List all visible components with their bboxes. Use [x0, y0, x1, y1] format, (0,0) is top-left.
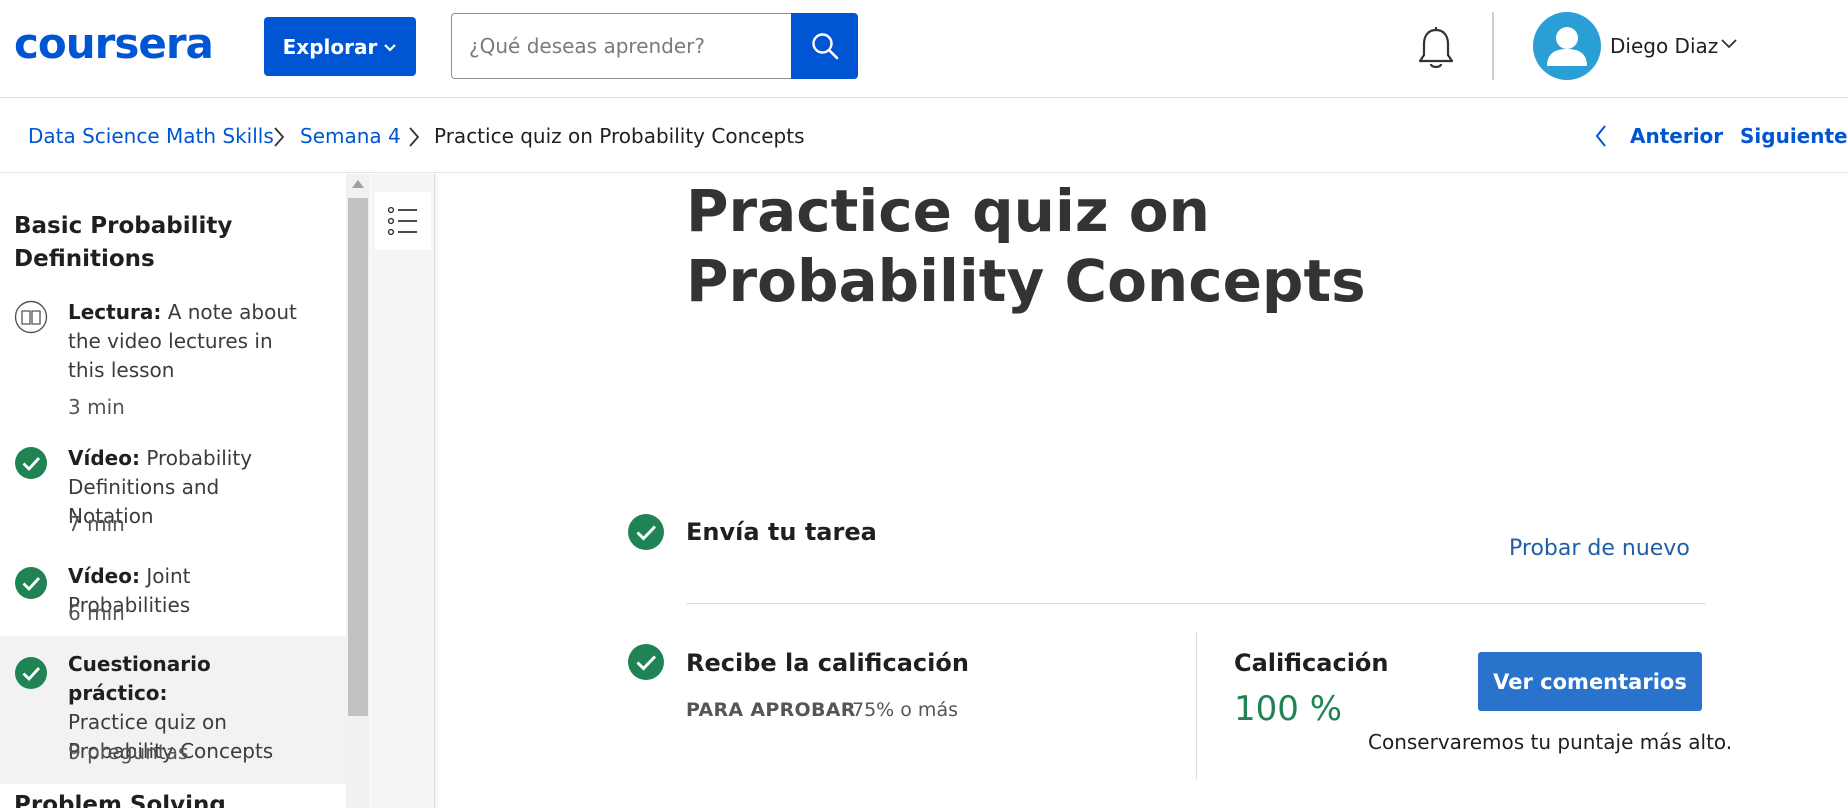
search-input[interactable] — [452, 14, 792, 78]
explore-button[interactable]: Explorar — [264, 17, 416, 76]
section-title: Basic Probability Definitions — [14, 213, 233, 272]
chevron-left-icon[interactable] — [1594, 124, 1608, 148]
grade-step-title: Recibe la calificación — [686, 649, 969, 677]
sidebar-item-quiz-active[interactable]: Cuestionario práctico: Practice quiz on P… — [0, 636, 346, 784]
sidebar-item-video[interactable]: Vídeo: Joint Probabilities 6 min — [0, 562, 346, 642]
list-icon — [387, 206, 417, 236]
item-duration: 6 min — [68, 601, 125, 625]
grade-label: Calificación — [1234, 649, 1389, 677]
retry-link[interactable]: Probar de nuevo — [1509, 536, 1690, 561]
view-feedback-button[interactable]: Ver comentarios — [1478, 652, 1702, 711]
scrollbar-thumb[interactable] — [348, 198, 368, 716]
explore-button-label: Explorar — [282, 34, 378, 59]
coursera-logo[interactable]: coursera — [14, 20, 214, 68]
previous-link[interactable]: Anterior — [1630, 124, 1723, 148]
submit-step-title: Envía tu tarea — [686, 518, 877, 546]
vertical-divider — [1196, 632, 1197, 780]
breadcrumb-course[interactable]: Data Science Math Skills — [28, 124, 274, 148]
book-icon — [14, 300, 48, 334]
breadcrumb: Data Science Math Skills Semana 4 Practi… — [0, 98, 1848, 173]
item-duration: 7 min — [68, 512, 125, 536]
search-icon — [811, 33, 838, 60]
scroll-up-arrow-icon[interactable] — [352, 180, 364, 188]
page-title: Practice quiz on Probability Concepts — [686, 177, 1366, 315]
notifications-bell-icon[interactable] — [1416, 26, 1456, 72]
item-type: Cuestionario práctico: — [68, 652, 211, 705]
item-type: Lectura: — [68, 300, 162, 324]
chevron-down-icon — [384, 43, 397, 52]
breadcrumb-current: Practice quiz on Probability Concepts — [434, 124, 805, 148]
item-type: Vídeo: — [68, 564, 140, 588]
user-menu-chevron-down-icon[interactable] — [1720, 38, 1738, 50]
next-section-title[interactable]: Problem Solving — [14, 792, 226, 808]
item-duration: 3 min — [68, 395, 125, 419]
item-duration: 9 preguntas — [68, 740, 189, 764]
divider — [686, 603, 1706, 604]
check-icon — [15, 567, 47, 599]
next-link[interactable]: Siguiente — [1740, 124, 1848, 148]
header-divider — [1492, 12, 1494, 80]
search-button[interactable] — [791, 13, 858, 79]
course-outline-sidebar: Basic Probability Definitions Lectura: A… — [0, 174, 346, 808]
chevron-right-icon — [274, 127, 285, 147]
grade-value: 100 % — [1234, 689, 1343, 729]
avatar[interactable] — [1533, 12, 1601, 80]
sidebar-item-reading[interactable]: Lectura: A note about the video lectures… — [0, 298, 346, 438]
sidebar-scrollbar[interactable] — [346, 174, 370, 808]
breadcrumb-week[interactable]: Semana 4 — [300, 124, 401, 148]
top-header: coursera Explorar Diego Diaz — [0, 0, 1848, 98]
check-icon — [628, 514, 664, 550]
user-icon — [1547, 27, 1587, 66]
check-icon — [15, 657, 47, 689]
check-icon — [628, 644, 664, 680]
pass-label: PARA APROBAR — [686, 699, 856, 721]
pass-value: 75% o más — [852, 699, 958, 721]
chevron-right-icon — [409, 127, 420, 147]
item-type: Vídeo: — [68, 446, 140, 470]
outline-toggle-button[interactable] — [375, 192, 431, 250]
search-box — [451, 13, 792, 79]
highest-score-note: Conservaremos tu puntaje más alto. — [1368, 730, 1733, 754]
sidebar-item-video[interactable]: Vídeo: Probability Definitions and Notat… — [0, 444, 346, 544]
check-icon — [15, 447, 47, 479]
sidebar-item-label: Lectura: A note about the video lectures… — [68, 298, 308, 385]
outline-toggle-column — [371, 174, 435, 808]
user-name[interactable]: Diego Diaz — [1610, 34, 1718, 58]
